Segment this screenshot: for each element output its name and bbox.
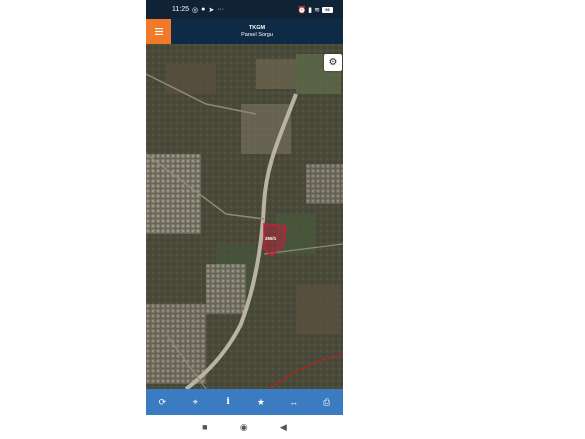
- status-right: ⏰ ▮ ≋ 56: [298, 6, 333, 14]
- wifi-icon: ≋: [314, 6, 320, 14]
- back-icon[interactable]: ◀: [280, 422, 287, 433]
- status-left: 11:25 ◎ ● ➤ ···: [172, 6, 224, 14]
- satellite-map[interactable]: 269/1: [146, 44, 343, 389]
- header-titles: TKGM Parsel Sorgu: [171, 19, 343, 44]
- signal-icon: ▮: [308, 6, 313, 14]
- refresh-button[interactable]: ⟳: [151, 391, 173, 413]
- urban-area: [146, 154, 201, 234]
- refresh-icon: ⟳: [158, 396, 167, 407]
- app-header: TKGM Parsel Sorgu: [146, 19, 343, 44]
- locate-button[interactable]: ⌖: [184, 391, 206, 413]
- urban-area: [206, 264, 246, 314]
- telegram-icon: ➤: [208, 6, 215, 14]
- gear-icon: ⚙: [328, 57, 338, 68]
- notification-icon: ●: [201, 6, 206, 13]
- field: [296, 284, 341, 334]
- hamburger-menu-icon: [154, 28, 163, 35]
- battery-icon: 56: [322, 6, 333, 13]
- more-notifications-icon: ···: [217, 6, 225, 13]
- field: [256, 59, 296, 89]
- info-icon: i: [226, 397, 230, 407]
- status-bar: 11:25 ◎ ● ➤ ··· ⏰ ▮ ≋ 56: [146, 0, 343, 19]
- measure-icon: ↔: [289, 397, 299, 407]
- print-button[interactable]: ⎙: [316, 391, 338, 413]
- menu-button[interactable]: [146, 19, 171, 44]
- urban-area: [146, 304, 206, 384]
- urban-area: [306, 164, 343, 204]
- field: [166, 64, 216, 94]
- home-icon[interactable]: ◉: [240, 422, 248, 433]
- alarm-icon: ⏰: [297, 6, 307, 14]
- recent-apps-icon[interactable]: ■: [202, 422, 207, 432]
- map-canvas[interactable]: 269/1: [146, 44, 343, 389]
- favorite-button[interactable]: ★: [250, 391, 272, 413]
- app-subtitle: Parsel Sorgu: [241, 31, 273, 38]
- print-icon: ⎙: [322, 396, 331, 407]
- measure-button[interactable]: ↔: [283, 391, 305, 413]
- phone-screen: 11:25 ◎ ● ➤ ··· ⏰ ▮ ≋ 56 TKGM Parsel Sor…: [146, 0, 343, 439]
- bottom-toolbar: ⟳ ⌖ i ★ ↔ ⎙: [146, 389, 343, 415]
- locate-icon: ⌖: [192, 396, 198, 407]
- star-icon: ★: [256, 396, 265, 407]
- info-button[interactable]: i: [217, 391, 239, 413]
- parcel-label: 269/1: [265, 236, 277, 241]
- whatsapp-icon: ◎: [192, 6, 199, 14]
- battery-level: 56: [325, 7, 330, 12]
- system-nav-bar: ■ ◉ ◀: [146, 415, 343, 439]
- settings-button[interactable]: ⚙: [324, 54, 342, 71]
- app-title: TKGM: [248, 24, 266, 31]
- status-time: 11:25: [172, 6, 189, 13]
